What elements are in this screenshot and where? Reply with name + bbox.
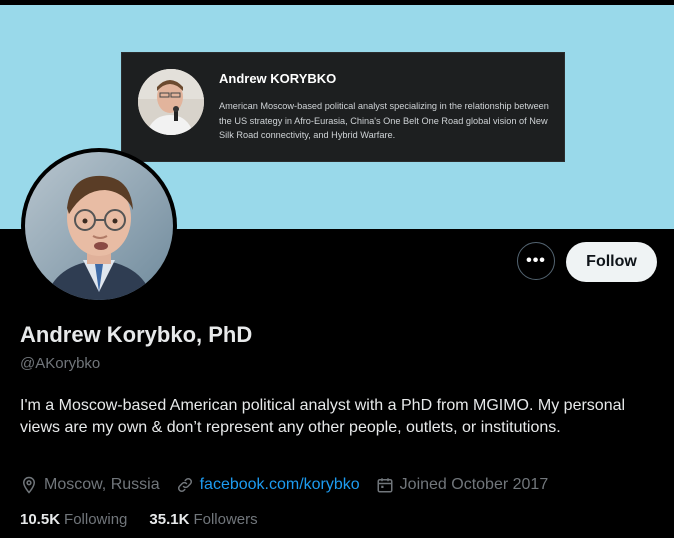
meta-location: Moscow, Russia	[20, 476, 160, 494]
more-options-button[interactable]: •••	[517, 242, 555, 280]
followers-stat[interactable]: 35.1K Followers	[149, 511, 257, 528]
location-pin-icon	[22, 476, 36, 494]
followers-label: Followers	[193, 511, 258, 528]
location-text: Moscow, Russia	[44, 476, 160, 493]
banner-card-description: American Moscow-based political analyst …	[219, 101, 549, 140]
follow-button[interactable]: Follow	[566, 242, 657, 282]
meta-website[interactable]: facebook.com/korybko	[176, 476, 360, 494]
website-link[interactable]: facebook.com/korybko	[200, 476, 360, 494]
following-count: 10.5K	[20, 511, 61, 528]
banner-card-photo	[138, 69, 204, 135]
followers-count: 35.1K	[149, 511, 190, 528]
profile-display-name: Andrew Korybko, PhD	[20, 322, 253, 347]
link-icon	[177, 477, 192, 493]
banner-card: Andrew KORYBKO American Moscow-based pol…	[121, 52, 565, 162]
profile-bio: I'm a Moscow-based American political an…	[20, 397, 626, 436]
following-stat[interactable]: 10.5K Following	[20, 511, 127, 528]
profile-handle: @AKorybko	[20, 355, 101, 372]
banner-card-name: Andrew KORYBKO	[219, 71, 337, 86]
profile-meta: Moscow, Russia facebook.com/korybko Join…	[20, 474, 564, 496]
calendar-icon	[377, 478, 393, 493]
following-label: Following	[64, 511, 128, 528]
meta-joined: Joined October 2017	[376, 476, 549, 494]
profile-avatar[interactable]	[21, 148, 177, 304]
avatar-photo	[25, 152, 173, 300]
profile-stats: 10.5K Following 35.1K Followers	[20, 511, 280, 528]
joined-text: Joined October 2017	[399, 476, 549, 493]
